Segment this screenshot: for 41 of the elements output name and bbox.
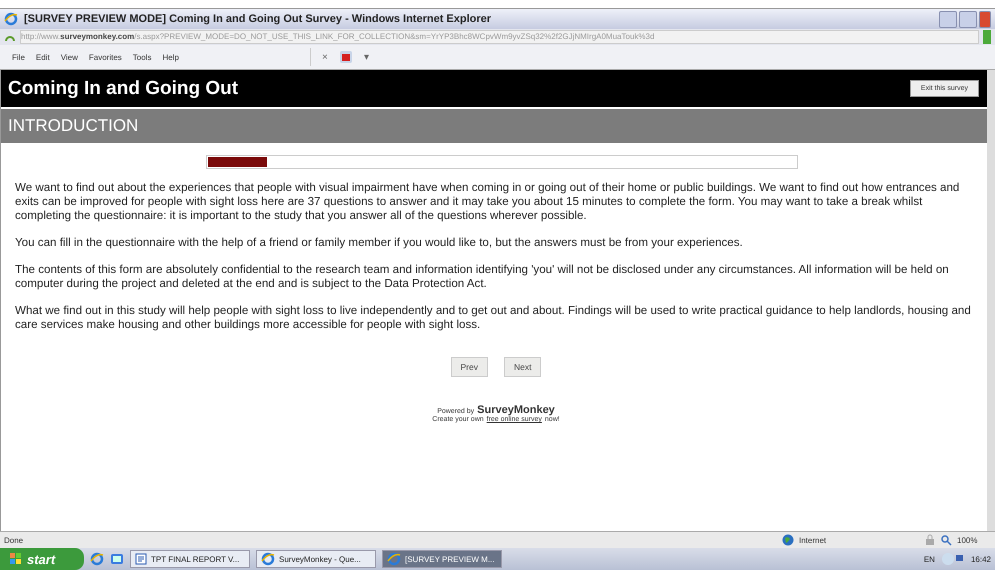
pdf-icon[interactable] [338,50,353,64]
minimize-button[interactable] [939,10,957,28]
menu-item[interactable]: Edit [36,52,50,62]
menu-item[interactable]: File [12,52,25,62]
paragraph: We want to find out about the experiences that people with visual impairment have when coming in or going out of their home or public buildings. We want to find out how entrances and exits can be improved for people with sight loss here are 37 questions to answer and it may take you about 15 minutes to complete the form. You may want to take a break whilst completing the questionnaire: it is important to the study that you answer all of the questions wherever possible. [15,181,960,223]
language-indicator[interactable]: EN [924,554,935,564]
paragraph: The contents of this form are absolutely confidential to the research team and information identifying 'you' will not be disclosed under any circumstances. All information will be held on computer during the project and deleted at the end and is subject to the Data Protection Act. [15,263,950,291]
browser-icon [387,552,401,566]
zone-label: Internet [799,536,828,544]
address-field[interactable]: http://www.surveymonkey.com/s.aspx?PREVIEW_MODE=DO_NOT_USE_THIS_LINK_FOR_COLLECTION&sm=YrYP3Bhc8WCpvWm9yvZSq32%2f2GJjNMIrgA0MuaTouk%3d [20,30,979,44]
paragraph: What we find out in this study will help people with sight loss to live independently and to get out and about. Findings will be used to write practical guidance to help landlords, housing and care services make housing and other buildings more accessible for people with sight loss. [15,304,972,332]
windows-logo-icon [10,553,22,565]
taskbar-button[interactable]: TPT FINAL REPORT V... [130,550,250,568]
brand-logo: SurveyMonkey [477,404,555,416]
window-title: [SURVEY PREVIEW MODE] Coming In and Going Out Survey - Windows Internet Explorer [24,13,492,25]
document-icon [135,553,147,565]
close-tab-button[interactable]: × [322,52,328,62]
prev-button[interactable]: Prev [450,357,488,377]
menu-item[interactable]: Tools [132,52,152,62]
dropdown-arrow[interactable]: ▾ [364,51,369,63]
status-text: Done [4,536,24,544]
desktop-icon[interactable] [110,552,124,566]
browser-icon [4,12,18,26]
taskbar-button[interactable]: [SURVEY PREVIEW M... [382,550,502,568]
globe-icon [782,534,794,546]
taskbar-button[interactable]: SurveyMonkey - Que... [256,550,376,568]
next-button[interactable]: Next [504,357,542,377]
menu-item[interactable]: Help [162,52,179,62]
browser-icon[interactable] [90,552,104,566]
restore-button[interactable] [959,10,977,28]
browser-icon [261,552,275,566]
menu-item[interactable]: Favorites [88,52,122,62]
clock: 16:42 [970,554,991,564]
survey-title: Coming In and Going Out [8,78,238,100]
close-button[interactable] [979,10,991,28]
paragraph: You can fill in the questionnaire with the help of a friend or family member if you would like to, but the answers must be from your experiences. [15,236,744,250]
zoom-icon [941,534,952,546]
start-button[interactable]: start [0,548,84,570]
menu-item[interactable]: View [60,52,78,62]
section-title: INTRODUCTION [8,116,138,136]
zoom-level[interactable]: 100% [957,536,991,544]
